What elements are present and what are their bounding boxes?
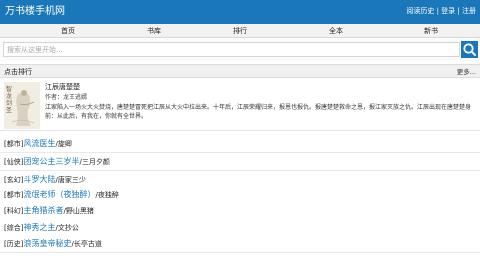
book-author: 长亭古道 — [73, 240, 102, 248]
author-name: 龙王逃婿 — [63, 94, 88, 101]
list-item: [都市]风流医生/旋卿 — [0, 135, 480, 153]
nav-item-home[interactable]: 首页 — [48, 26, 88, 36]
featured-book[interactable]: 智龙剑圣 江辰唐楚楚 作者：龙王逃婿 江家陷入一场火大火焚烧，唐楚楚冒死把江辰从… — [0, 79, 480, 131]
nav-item-ranking[interactable]: 排行 — [220, 26, 260, 36]
user-links: 阅读历史 | 登录 | 注册 — [406, 7, 476, 16]
list-item: [仙侠]团宠公主三岁半/三月夕颜 — [0, 153, 480, 171]
nav-item-completed[interactable]: 全本 — [316, 26, 356, 36]
featured-author: 作者：龙王逃婿 — [45, 94, 87, 102]
book-category: [科幻] — [4, 207, 24, 215]
search-input[interactable] — [3, 42, 460, 57]
author-label: 作者： — [45, 94, 64, 101]
book-title-link[interactable]: 风流医生 — [23, 139, 55, 148]
book-cover[interactable]: 智龙剑圣 — [4, 82, 40, 129]
history-link[interactable]: 阅读历史 — [406, 7, 434, 15]
section-title: 点击排行 — [4, 68, 32, 76]
search-button[interactable] — [461, 41, 478, 58]
login-link[interactable]: 登录 — [441, 7, 455, 15]
book-category: [综合] — [4, 224, 24, 232]
book-category: [仙侠] — [4, 158, 24, 166]
list-item: [科幻]主角猎杀者/野山黑猪 — [0, 202, 480, 220]
book-author: 三月夕颜 — [81, 158, 110, 166]
book-category: [都市] — [4, 191, 24, 199]
section-header: 点击排行 更多... — [0, 64, 480, 78]
header-bar: 万书楼手机网 阅读历史 | 登录 | 注册 — [0, 0, 480, 24]
book-title-link[interactable]: 斗罗大陆 — [23, 175, 55, 184]
search-icon — [463, 43, 476, 56]
cover-calligraphy: 智龙剑圣 — [6, 86, 13, 114]
book-category: [都市] — [4, 140, 24, 148]
separator: | — [457, 7, 460, 15]
nav-item-new-books[interactable]: 新书 — [411, 26, 451, 36]
main-nav: 首页 书库 排行 全本 新书 — [0, 24, 480, 38]
more-link[interactable]: 更多... — [457, 67, 476, 77]
list-item: [历史]浪荡皇帝秘史/长亭古道 — [0, 235, 480, 253]
book-author: 文抄公 — [57, 224, 79, 232]
book-title-link[interactable]: 神秀之主 — [23, 223, 55, 232]
book-author: 野山黑猪 — [65, 207, 94, 215]
book-title-link[interactable]: 主角猎杀者 — [23, 206, 63, 215]
register-link[interactable]: 注册 — [462, 7, 476, 15]
separator: | — [436, 7, 439, 15]
book-author: 夜独醉 — [97, 191, 119, 199]
book-author: 旋卿 — [57, 140, 72, 148]
book-title-link[interactable]: 流氓老师（夜独醉） — [23, 190, 95, 199]
site-title[interactable]: 万书楼手机网 — [5, 5, 65, 18]
book-title-link[interactable]: 浪荡皇帝秘史 — [23, 239, 71, 248]
nav-item-library[interactable]: 书库 — [134, 26, 174, 36]
featured-title[interactable]: 江辰唐楚楚 — [45, 83, 80, 92]
featured-description: 江家陷入一场火大火焚烧，唐楚楚冒死把江辰从大火中拉出来。十年后，江辰荣耀归来，报… — [45, 104, 472, 120]
book-title-link[interactable]: 团宠公主三岁半 — [23, 157, 79, 166]
search-bar — [0, 39, 480, 61]
book-category: [历史] — [4, 240, 24, 248]
book-category: [玄幻] — [4, 176, 24, 184]
book-author: 唐家三少 — [57, 176, 86, 184]
